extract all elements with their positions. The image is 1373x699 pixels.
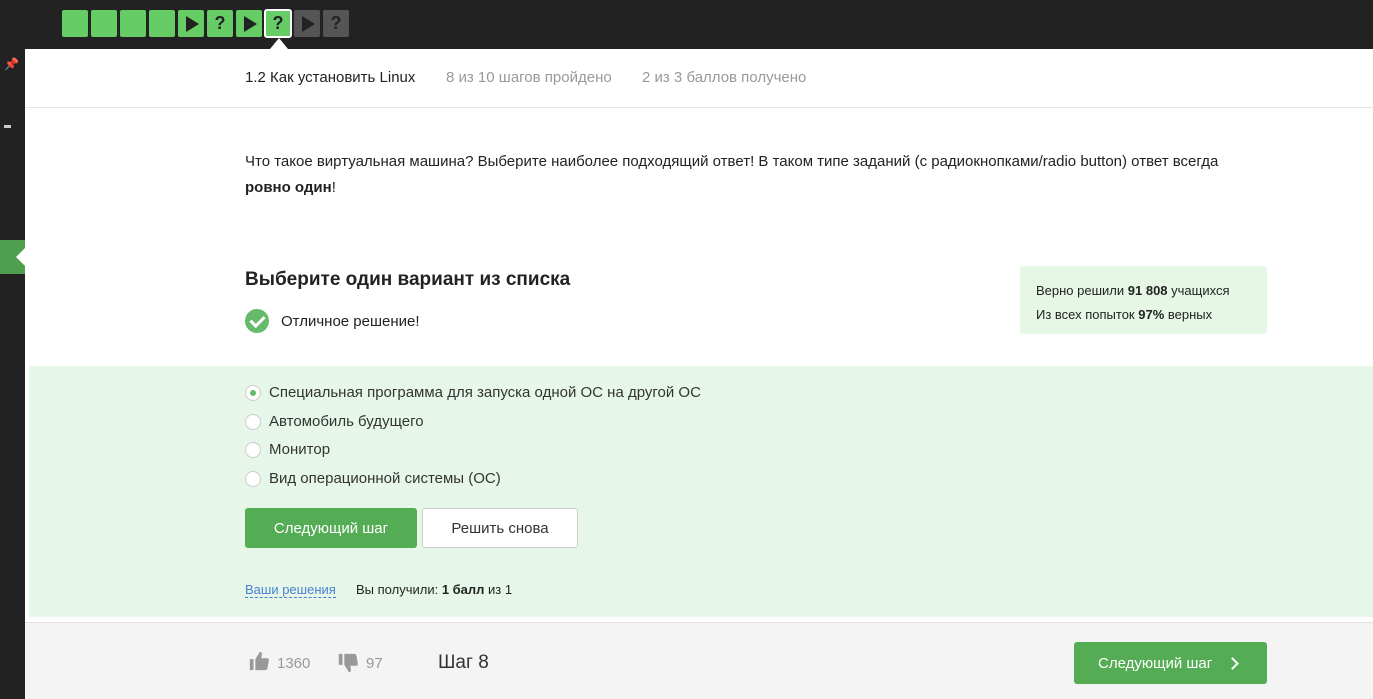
footer-next-step-button[interactable]: Следующий шаг: [1074, 642, 1267, 684]
menu-icon[interactable]: [4, 125, 11, 128]
answers-panel: [29, 366, 1373, 617]
step-10-quiz[interactable]: ?: [323, 10, 349, 37]
radio[interactable]: [245, 413, 261, 430]
lesson-title: 1.2 Как установить Linux: [245, 69, 416, 86]
feedback-message: Отличное решение!: [281, 313, 420, 330]
sidebar: 📌: [0, 49, 25, 699]
option-label: Вид операционной системы (ОС): [269, 470, 501, 487]
radio[interactable]: [245, 441, 261, 458]
option-3[interactable]: Монитор: [245, 441, 330, 458]
step-5-video[interactable]: [178, 10, 204, 37]
radio-selected[interactable]: [245, 384, 261, 401]
step-2-text[interactable]: [91, 10, 117, 37]
current-step-caret: [270, 38, 288, 49]
thumbs-up-icon[interactable]: [248, 650, 270, 672]
option-label: Специальная программа для запуска одной …: [269, 384, 701, 401]
step-3-text[interactable]: [120, 10, 146, 37]
option-4[interactable]: Вид операционной системы (ОС): [245, 470, 501, 487]
top-bar: ? ? ?: [0, 0, 1373, 49]
lesson-header: 1.2 Как установить Linux 8 из 10 шагов п…: [25, 49, 1373, 108]
thumbs-down-icon[interactable]: [337, 652, 359, 674]
play-icon: [244, 15, 257, 32]
question-icon: ?: [214, 13, 226, 33]
radio[interactable]: [245, 470, 261, 487]
question-icon: ?: [272, 13, 284, 33]
option-2[interactable]: Автомобиль будущего: [245, 413, 424, 430]
stats-solved: Верно решили 91 808 учащихся: [1036, 283, 1230, 298]
play-icon: [186, 15, 199, 32]
step-1-text[interactable]: [62, 10, 88, 37]
stats-accuracy: Из всех попыток 97% верных: [1036, 307, 1213, 322]
option-label: Монитор: [269, 441, 331, 458]
question-icon: ?: [330, 13, 342, 33]
step-9-video[interactable]: [294, 10, 320, 37]
likes-count: 1360: [277, 655, 311, 672]
pin-icon[interactable]: 📌: [4, 57, 19, 71]
dislikes-count: 97: [366, 655, 383, 672]
stats-box: Верно решили 91 808 учащихся Из всех поп…: [1020, 266, 1267, 334]
option-1[interactable]: Специальная программа для запуска одной …: [245, 384, 701, 401]
question-text: Что такое виртуальная машина? Выберите н…: [245, 153, 1219, 196]
step-6-quiz[interactable]: ?: [207, 10, 233, 37]
step-8-quiz-current[interactable]: ?: [264, 9, 292, 38]
next-step-button[interactable]: Следующий шаг: [245, 508, 417, 548]
play-icon: [302, 15, 315, 32]
step-4-text[interactable]: [149, 10, 175, 37]
retry-button[interactable]: Решить снова: [422, 508, 578, 548]
lesson-progress: 8 из 10 шагов пройдено: [446, 69, 612, 86]
step-navigation: ? ? ?: [62, 9, 349, 38]
step-number: Шаг 8: [438, 652, 489, 673]
success-check-icon: [245, 309, 269, 333]
step-7-video[interactable]: [236, 10, 262, 37]
quiz-instruction: Выберите один вариант из списка: [245, 269, 571, 290]
lesson-score: 2 из 3 баллов получено: [642, 69, 807, 86]
received-score: Вы получили: 1 балл из 1: [356, 582, 513, 597]
option-label: Автомобиль будущего: [269, 413, 424, 430]
your-solutions-link[interactable]: Ваши решения: [245, 582, 336, 598]
collapse-sidebar-toggle[interactable]: [0, 240, 25, 274]
chevron-right-icon: [1226, 656, 1240, 670]
